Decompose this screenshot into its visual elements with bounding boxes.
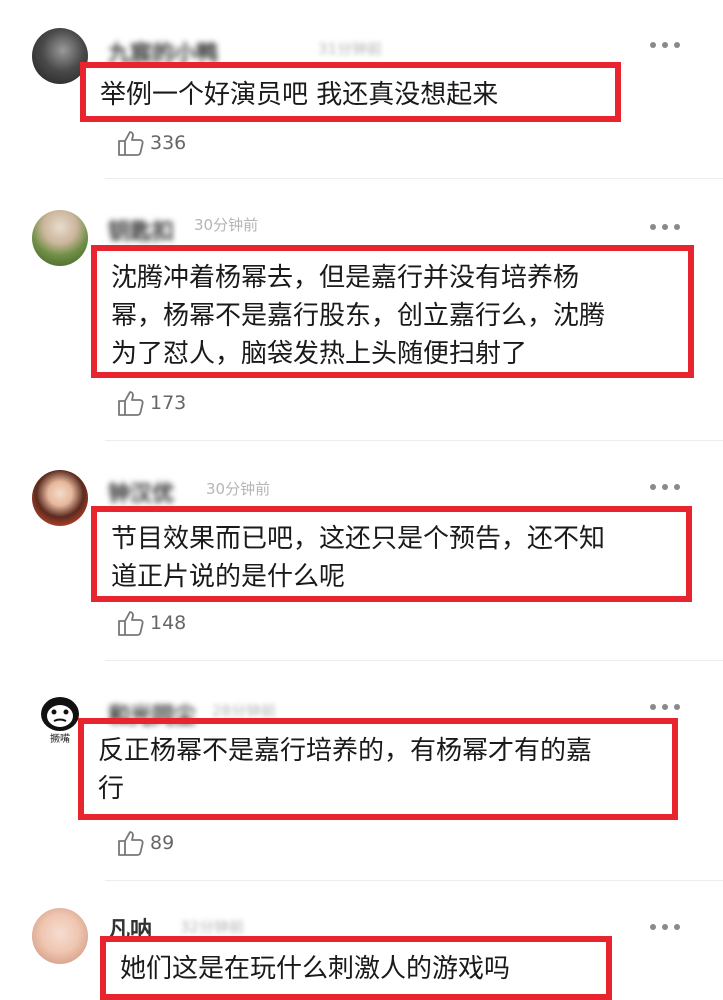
comment-time: 31分钟前 [318, 40, 383, 58]
highlight-box: 举例一个好演员吧 我还真没想起来 [80, 62, 621, 122]
avatar[interactable] [32, 210, 88, 266]
comment-time: 32分钟前 [180, 918, 245, 936]
username[interactable]: 钟汉优 [108, 476, 174, 508]
avatar[interactable] [32, 470, 88, 526]
more-dots-icon[interactable] [650, 922, 682, 932]
highlight-box: 反正杨幂不是嘉行培养的，有杨幂才有的嘉 行 [78, 718, 678, 820]
thumbs-up-icon [118, 131, 144, 156]
highlight-box: 她们这是在玩什么刺激人的游戏吗 [100, 936, 612, 1000]
like-count: 336 [150, 132, 187, 154]
more-dots-icon[interactable] [650, 222, 682, 232]
more-dots-icon[interactable] [650, 40, 682, 50]
avatar[interactable] [32, 908, 88, 964]
like-count: 148 [150, 612, 187, 634]
comment-text: 她们这是在玩什么刺激人的游戏吗 [120, 954, 511, 984]
divider [105, 440, 723, 441]
divider [105, 660, 723, 661]
username[interactable]: 钥匙扣 [108, 214, 174, 246]
like-count: 89 [150, 832, 175, 854]
thumbs-up-icon [118, 611, 144, 636]
thumbs-up-icon [118, 391, 144, 416]
comment-text: 沈腾冲着杨幂去，但是嘉行并没有培养杨 幂，杨幂不是嘉行股东，创立嘉行么，沈腾 为… [111, 263, 606, 369]
comment-text: 反正杨幂不是嘉行培养的，有杨幂才有的嘉 行 [98, 736, 593, 804]
comment-time: 30分钟前 [206, 480, 271, 498]
comment-text: 举例一个好演员吧 我还真没想起来 [100, 80, 499, 110]
divider [105, 880, 723, 881]
divider [105, 178, 723, 179]
thumbs-up-icon [118, 831, 144, 856]
comment-time: 30分钟前 [194, 216, 259, 234]
comment-text: 节目效果而已吧，这还只是个预告，还不知 道正片说的是什么呢 [111, 524, 606, 592]
highlight-box: 沈腾冲着杨幂去，但是嘉行并没有培养杨 幂，杨幂不是嘉行股东，创立嘉行么，沈腾 为… [91, 245, 694, 378]
more-dots-icon[interactable] [650, 702, 682, 712]
like-count: 173 [150, 392, 187, 414]
highlight-box: 节目效果而已吧，这还只是个预告，还不知 道正片说的是什么呢 [91, 506, 692, 602]
more-dots-icon[interactable] [650, 482, 682, 492]
